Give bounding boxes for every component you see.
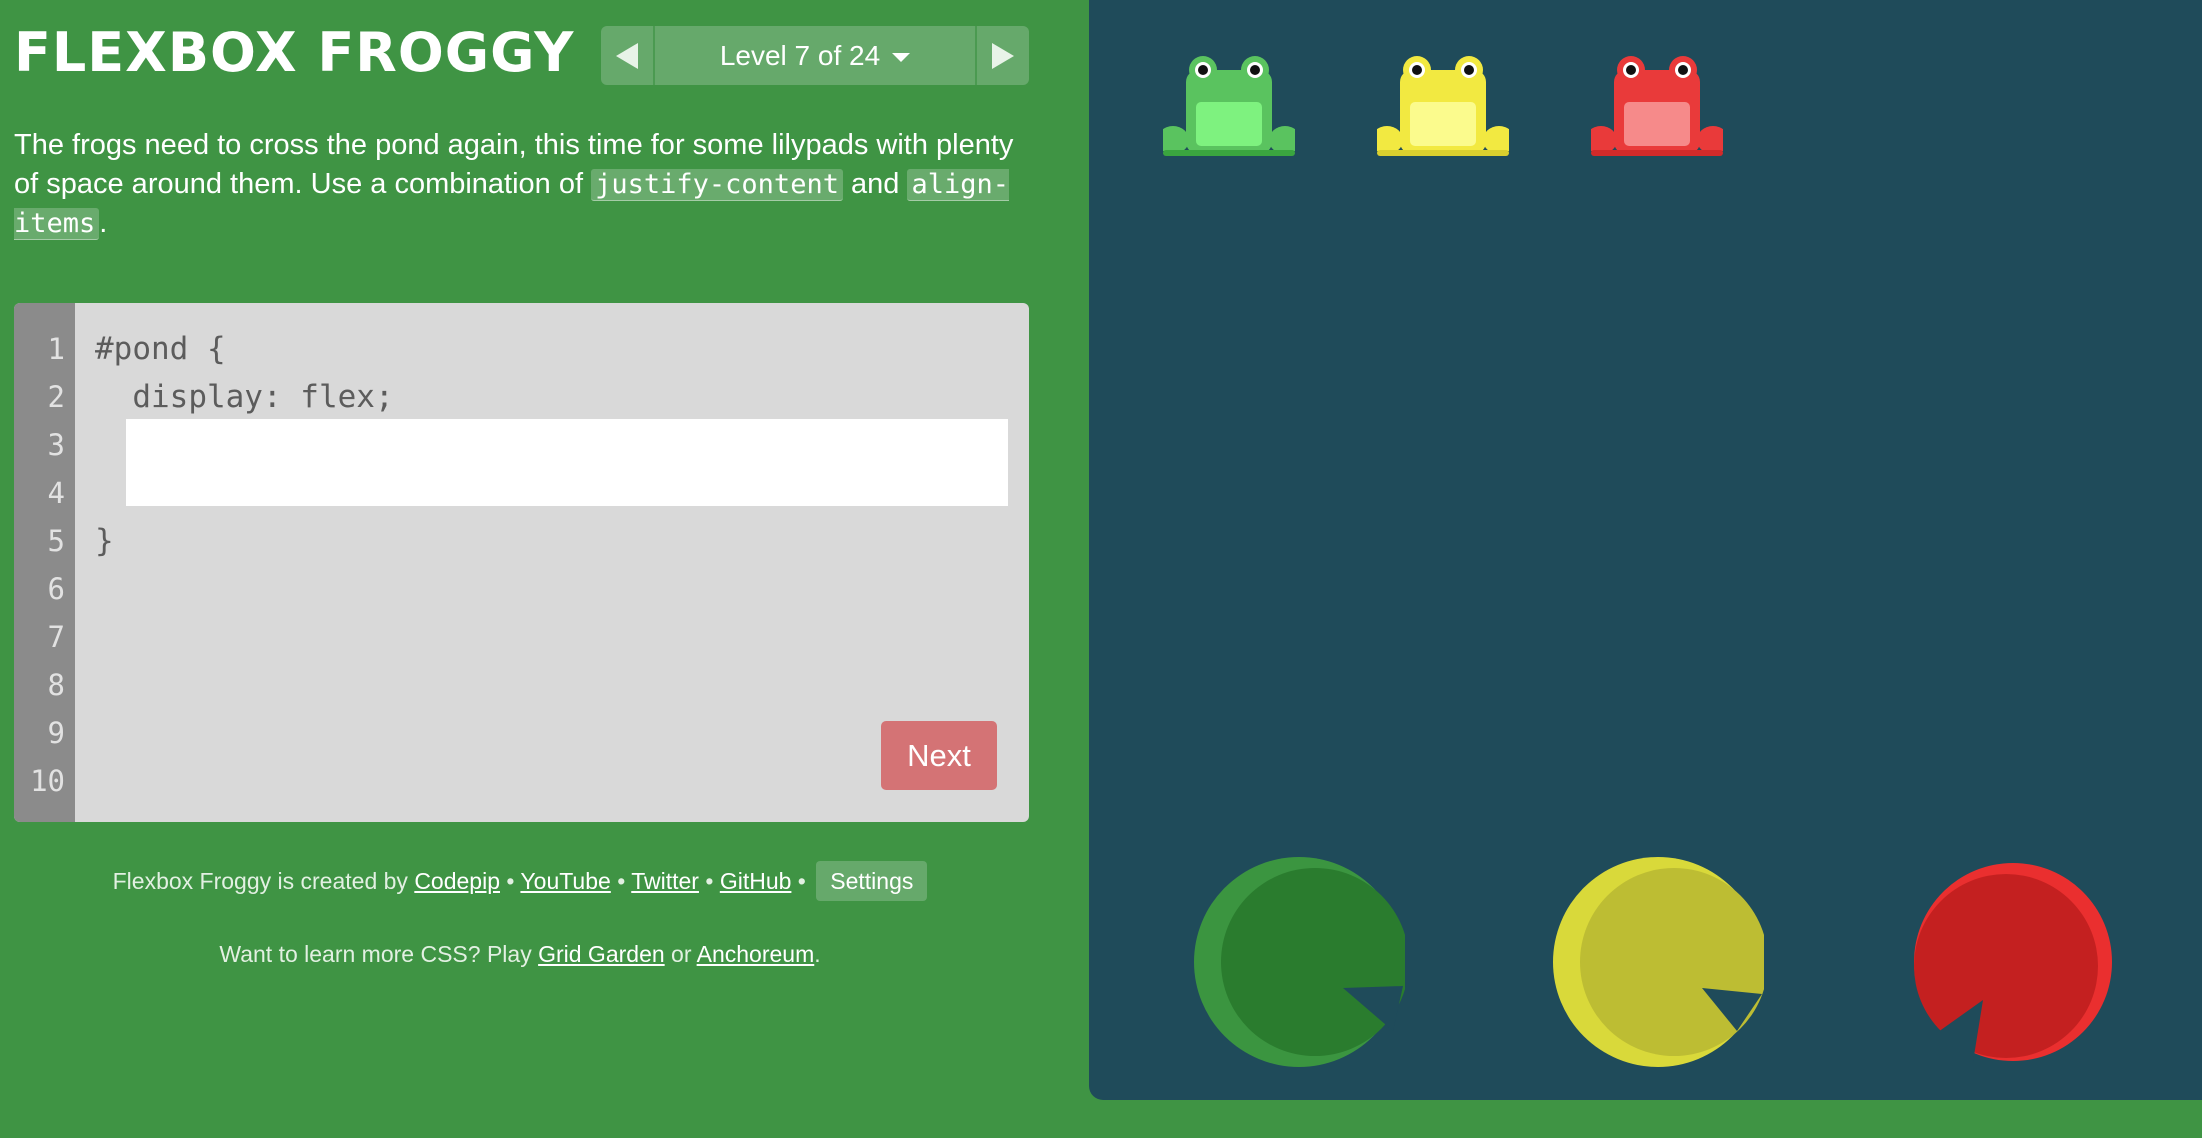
instructions-part3: . <box>99 207 108 239</box>
code-line-1: #pond { <box>95 331 226 367</box>
line-number: 9 <box>47 716 65 750</box>
line-number: 2 <box>47 380 65 414</box>
triangle-left-icon <box>616 42 638 69</box>
instructions-text: The frogs need to cross the pond again, … <box>14 126 1044 243</box>
separator: • <box>698 868 720 894</box>
yellow-frog <box>1377 56 1509 156</box>
instructions-part2: and <box>842 168 908 200</box>
separator: • <box>791 868 813 894</box>
line-number: 4 <box>47 476 65 510</box>
youtube-link[interactable]: YouTube <box>520 868 610 894</box>
credits-prefix: Flexbox Froggy is created by <box>112 868 415 894</box>
red-frog <box>1591 56 1723 156</box>
next-level-button[interactable] <box>975 26 1029 85</box>
learn-or: or <box>664 941 697 967</box>
yellow-lilypad <box>1553 857 1764 1067</box>
settings-button[interactable]: Settings <box>816 861 928 901</box>
anchoreum-link[interactable]: Anchoreum <box>697 941 815 967</box>
red-lilypad <box>1914 863 2112 1062</box>
green-frog <box>1163 56 1295 156</box>
learn-more: Want to learn more CSS? Play Grid Garden… <box>0 936 1040 972</box>
credits: Flexbox Froggy is created by Codepip • Y… <box>0 861 1040 901</box>
learn-prefix: Want to learn more CSS? Play <box>219 941 539 967</box>
code-line-2: display: flex; <box>95 379 394 415</box>
previous-level-button[interactable] <box>601 26 655 85</box>
green-lilypad <box>1194 857 1405 1067</box>
line-number-gutter: 1 2 3 4 5 6 7 8 9 10 <box>14 303 75 822</box>
line-number: 1 <box>47 332 65 366</box>
code-editor: 1 2 3 4 5 6 7 8 9 10 #pond { display: fl… <box>14 303 1029 822</box>
triangle-right-icon <box>992 42 1014 69</box>
separator: • <box>610 868 632 894</box>
line-number: 8 <box>47 668 65 702</box>
separator: • <box>500 868 521 894</box>
line-number: 7 <box>47 620 65 654</box>
level-label: Level 7 of 24 <box>719 39 881 71</box>
css-input[interactable] <box>126 419 1008 506</box>
learn-suffix: . <box>814 941 821 967</box>
caret-down-icon <box>892 52 911 62</box>
line-number: 6 <box>47 572 65 606</box>
twitter-link[interactable]: Twitter <box>631 868 699 894</box>
pond <box>1089 0 2202 1100</box>
level-navigator: Level 7 of 24 <box>601 26 1029 85</box>
line-number: 3 <box>47 428 65 462</box>
code-line-5: } <box>95 523 114 559</box>
line-number: 10 <box>30 764 65 798</box>
left-panel: FLEXBOX FROGGY Level 7 of 24 The frogs n… <box>0 0 1090 1138</box>
grid-garden-link[interactable]: Grid Garden <box>538 941 665 967</box>
code-justify-content: justify-content <box>591 169 843 201</box>
level-dropdown[interactable]: Level 7 of 24 <box>655 26 975 85</box>
next-button[interactable]: Next <box>881 721 997 790</box>
line-number: 5 <box>47 524 65 558</box>
github-link[interactable]: GitHub <box>720 868 792 894</box>
app-title: FLEXBOX FROGGY <box>14 21 575 84</box>
codepip-link[interactable]: Codepip <box>414 868 500 894</box>
